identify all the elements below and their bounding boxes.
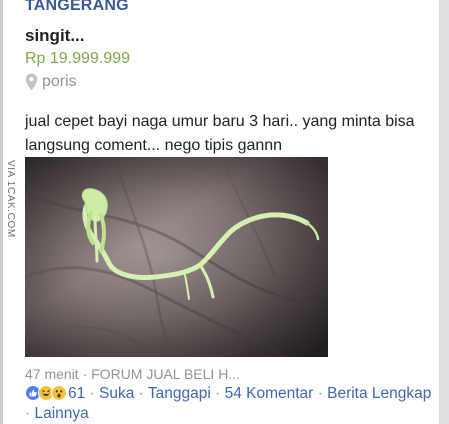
like-button[interactable]: Suka xyxy=(99,385,134,402)
post-meta[interactable]: 47 menit · FORUM JUAL BELI H... xyxy=(25,366,240,382)
listing-location: poris xyxy=(25,73,77,91)
separator: · xyxy=(85,385,100,402)
group-name-link[interactable]: TANGERANG xyxy=(25,0,129,15)
location-pin-icon xyxy=(25,73,38,91)
card-border-right xyxy=(439,0,449,424)
listing-title: singit... xyxy=(25,26,85,45)
reaction-count[interactable]: 61 xyxy=(68,385,85,402)
listing-price: Rp 19.999.999 xyxy=(25,50,130,67)
more-button[interactable]: Lainnya xyxy=(34,405,88,422)
separator: · xyxy=(134,385,148,402)
hand-with-sprout-photo xyxy=(25,157,328,357)
separator: · xyxy=(210,385,225,402)
post-card: TANGERANG singit... Rp 19.999.999 poris … xyxy=(0,0,449,424)
reaction-icons[interactable] xyxy=(25,385,67,401)
post-body-text: jual cepet bayi naga umur baru 3 hari.. … xyxy=(25,113,415,154)
location-text: poris xyxy=(42,73,77,90)
separator: · xyxy=(313,385,328,402)
reply-button[interactable]: Tanggapi xyxy=(148,385,211,402)
watermark: VIA 1CAK.COM xyxy=(5,160,24,260)
watermark-text: VIA 1CAK.COM xyxy=(5,160,16,238)
card-border-left xyxy=(0,0,3,424)
full-story-link[interactable]: Berita Lengkap xyxy=(327,385,431,402)
post-photo[interactable] xyxy=(25,157,328,357)
wow-icon xyxy=(51,385,67,401)
comments-link[interactable]: 54 Komentar xyxy=(225,385,314,402)
post-actions: 61 · Suka · Tanggapi · 54 Komentar · Ber… xyxy=(25,384,435,424)
